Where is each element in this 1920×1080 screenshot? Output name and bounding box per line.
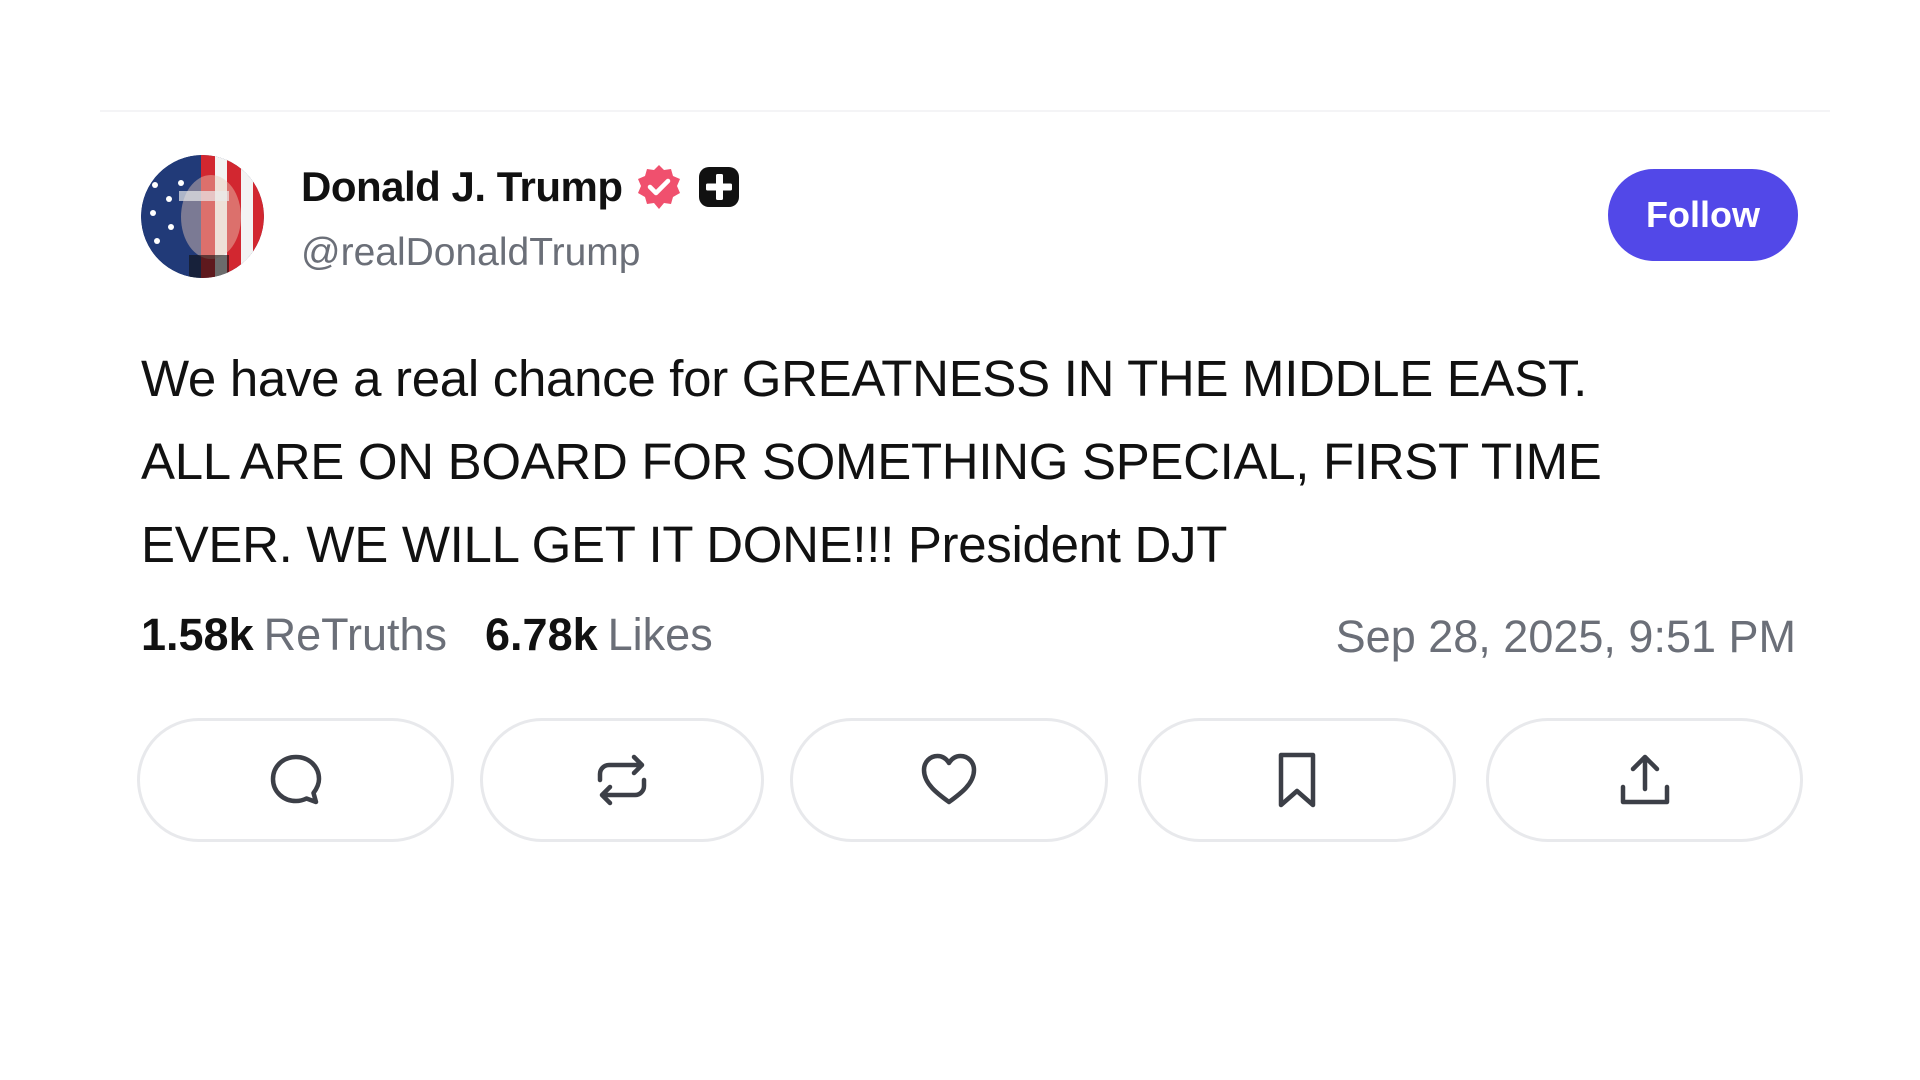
post-body-line: We have a real chance for GREATNESS IN T… bbox=[141, 350, 1588, 407]
bookmark-icon bbox=[1278, 752, 1316, 808]
retruth-icon bbox=[597, 754, 647, 806]
share-button[interactable] bbox=[1486, 718, 1803, 842]
author-name[interactable]: Donald J. Trump bbox=[301, 162, 623, 212]
share-icon bbox=[1620, 754, 1669, 805]
reply-icon bbox=[270, 754, 321, 805]
likes-label: Likes bbox=[607, 609, 713, 660]
like-button[interactable] bbox=[790, 718, 1108, 842]
post-body: We have a real chance for GREATNESS IN T… bbox=[141, 337, 1791, 586]
post-timestamp[interactable]: Sep 28, 2025, 9:51 PM bbox=[1336, 607, 1796, 667]
plus-badge-icon bbox=[698, 167, 739, 207]
post-stats: 1.58k ReTruths 6.78k Likes bbox=[141, 605, 713, 665]
action-bar bbox=[137, 718, 1803, 848]
verified-badge-icon bbox=[637, 165, 680, 209]
retruths-count: 1.58k bbox=[141, 609, 254, 660]
post-body-line: ALL ARE ON BOARD FOR SOMETHING SPECIAL, … bbox=[141, 433, 1602, 490]
retruth-button[interactable] bbox=[480, 718, 764, 842]
heart-icon bbox=[921, 753, 977, 805]
post-body-line: EVER. WE WILL GET IT DONE!!! President D… bbox=[141, 516, 1228, 573]
post-page: Donald J. Trump @realDonaldTrump Follow … bbox=[0, 0, 1920, 1080]
reply-button[interactable] bbox=[137, 718, 454, 842]
likes-count: 6.78k bbox=[485, 609, 598, 660]
author-handle[interactable]: @realDonaldTrump bbox=[301, 228, 640, 278]
top-divider bbox=[100, 110, 1830, 112]
retruths-label: ReTruths bbox=[263, 609, 448, 660]
author-name-row: Donald J. Trump bbox=[301, 162, 741, 212]
bookmark-button[interactable] bbox=[1138, 718, 1456, 842]
avatar[interactable] bbox=[141, 155, 264, 278]
follow-button[interactable]: Follow bbox=[1608, 169, 1798, 261]
retruths-stat[interactable]: 1.58k ReTruths bbox=[141, 609, 447, 660]
likes-stat[interactable]: 6.78k Likes bbox=[485, 609, 713, 660]
